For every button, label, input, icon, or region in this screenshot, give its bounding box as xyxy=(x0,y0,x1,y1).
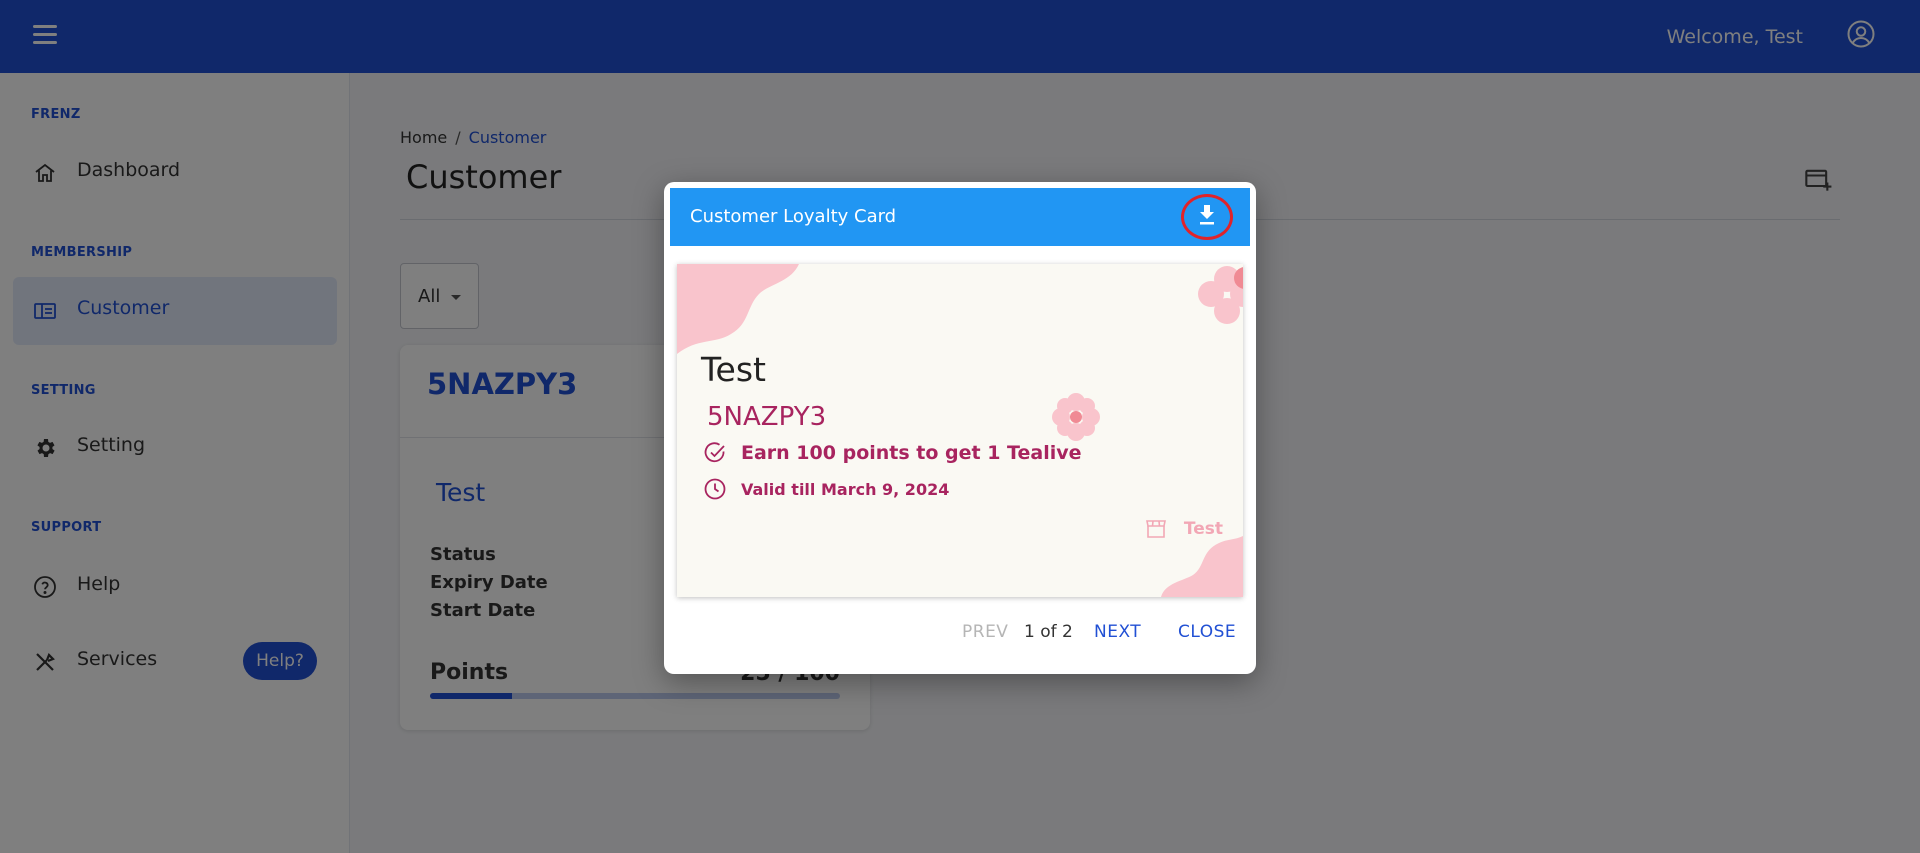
store-row: Test xyxy=(1144,517,1223,541)
card-holder-name: Test xyxy=(701,350,766,389)
decorative-blob-bottom-right xyxy=(1161,536,1243,597)
prev-button[interactable]: PREV xyxy=(962,622,1008,642)
store-name: Test xyxy=(1183,519,1223,539)
close-button[interactable]: CLOSE xyxy=(1178,622,1236,642)
card-code: 5NAZPY3 xyxy=(707,402,827,432)
decorative-blob-top-left xyxy=(677,264,799,354)
flower-decoration-icon xyxy=(1052,393,1100,441)
clock-icon xyxy=(704,478,726,500)
earn-row: Earn 100 points to get 1 Tealive xyxy=(703,441,1082,465)
download-button[interactable] xyxy=(1181,194,1233,240)
valid-row: Valid till March 9, 2024 xyxy=(703,477,949,501)
next-button[interactable]: NEXT xyxy=(1094,622,1141,642)
valid-text: Valid till March 9, 2024 xyxy=(741,479,950,499)
dialog-header: Customer Loyalty Card xyxy=(670,188,1250,246)
store-icon xyxy=(1145,520,1166,538)
earn-text: Earn 100 points to get 1 Tealive xyxy=(741,442,1082,464)
loyalty-card-dialog: Customer Loyalty Card Test 5NAZPY3 Earn … xyxy=(664,182,1256,674)
flower-decoration-icon xyxy=(1198,266,1243,324)
loyalty-card-preview: Test 5NAZPY3 Earn 100 points to get 1 Te… xyxy=(677,264,1243,597)
page-indicator: 1 of 2 xyxy=(1024,622,1073,642)
download-icon xyxy=(1200,205,1214,225)
check-circle-icon xyxy=(704,442,725,463)
dialog-footer: PREV 1 of 2 NEXT CLOSE xyxy=(664,622,1256,662)
dialog-title: Customer Loyalty Card xyxy=(690,206,897,227)
